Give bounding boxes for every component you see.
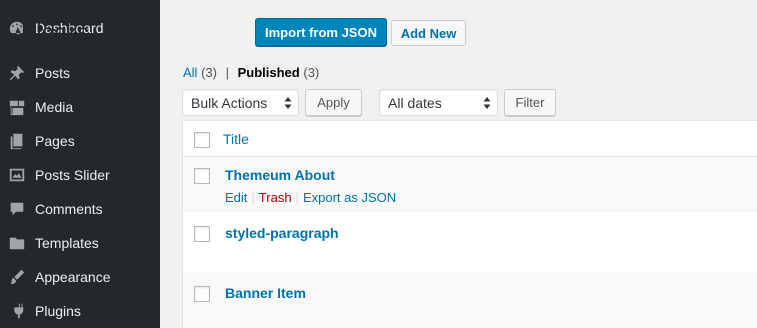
filter-button[interactable]: Filter	[504, 89, 556, 116]
trash-link[interactable]: Trash	[259, 190, 292, 205]
filter-published-link[interactable]: Published	[238, 65, 300, 80]
admin-sidebar: Dashboard Posts Media Pages Posts Slider…	[0, 0, 160, 328]
add-new-button[interactable]: Add New	[391, 20, 466, 46]
sidebar-item-comments[interactable]: Comments	[0, 192, 160, 226]
sidebar-item-plugins[interactable]: Plugins	[0, 294, 160, 328]
apply-button[interactable]: Apply	[305, 89, 362, 116]
bulk-actions-select[interactable]: Bulk Actions	[182, 89, 299, 116]
row-title-link[interactable]: styled-paragraph	[225, 225, 339, 241]
plug-icon	[7, 301, 27, 321]
row-actions: Edit | Trash | Export as JSON	[225, 190, 396, 205]
sidebar-item-label: Plugins	[35, 303, 81, 319]
blocks-table: Title Themeum About Edit | Trash | Export as…	[182, 120, 757, 328]
select-arrows-icon	[483, 97, 491, 109]
column-title-header[interactable]: Title	[223, 131, 249, 147]
folder-icon	[7, 233, 27, 253]
row-checkbox[interactable]	[194, 226, 210, 242]
row-title-link[interactable]: Banner Item	[225, 285, 306, 301]
sidebar-item-label: Media	[35, 99, 74, 115]
sidebar-item-label: Posts	[35, 65, 71, 81]
sidebar-item-label: Appearance	[35, 269, 111, 285]
pin-icon	[7, 63, 27, 83]
sidebar-item-label: Pages	[35, 133, 75, 149]
date-filter-value: All dates	[388, 94, 442, 111]
table-row: Banner Item	[183, 272, 757, 328]
row-checkbox[interactable]	[194, 286, 210, 302]
action-separator: |	[295, 190, 299, 205]
status-filter-links: All (3) | Published (3)	[183, 65, 319, 80]
filter-all-count: (3)	[201, 65, 217, 80]
sidebar-item-label: Comments	[35, 201, 103, 217]
sidebar-item-label: Posts Slider	[35, 167, 110, 183]
sidebar-item-pages[interactable]: Pages	[0, 124, 160, 158]
filter-published-count: (3)	[303, 65, 320, 80]
edit-link[interactable]: Edit	[225, 190, 247, 205]
sidebar-item-label: Templates	[35, 235, 99, 251]
action-separator: |	[251, 190, 255, 205]
pages-icon	[7, 131, 27, 151]
row-checkbox[interactable]	[194, 168, 210, 184]
sidebar-item-templates[interactable]: Templates	[0, 226, 160, 260]
media-icon	[7, 97, 27, 117]
slider-icon	[7, 165, 27, 185]
brush-icon	[7, 267, 27, 287]
sidebar-item-media[interactable]: Media	[0, 90, 160, 124]
table-header: Title	[183, 121, 757, 157]
row-title-link[interactable]: Themeum About	[225, 167, 335, 183]
filter-separator: |	[225, 65, 229, 80]
table-row: styled-paragraph	[183, 212, 757, 272]
page-title: Blocks	[21, 19, 89, 45]
select-arrows-icon	[284, 97, 292, 109]
bulk-actions-value: Bulk Actions	[191, 94, 268, 111]
select-all-checkbox[interactable]	[194, 132, 210, 148]
table-row: Themeum About Edit | Trash | Export as JSON	[183, 157, 757, 212]
comment-icon	[7, 199, 27, 219]
export-json-link[interactable]: Export as JSON	[303, 190, 396, 205]
import-json-button[interactable]: Import from JSON	[255, 18, 387, 46]
sidebar-item-posts-slider[interactable]: Posts Slider	[0, 158, 160, 192]
sidebar-item-appearance[interactable]: Appearance	[0, 260, 160, 294]
filter-all-link[interactable]: All	[183, 65, 197, 80]
sidebar-item-posts[interactable]: Posts	[0, 56, 160, 90]
date-filter-select[interactable]: All dates	[379, 89, 498, 116]
